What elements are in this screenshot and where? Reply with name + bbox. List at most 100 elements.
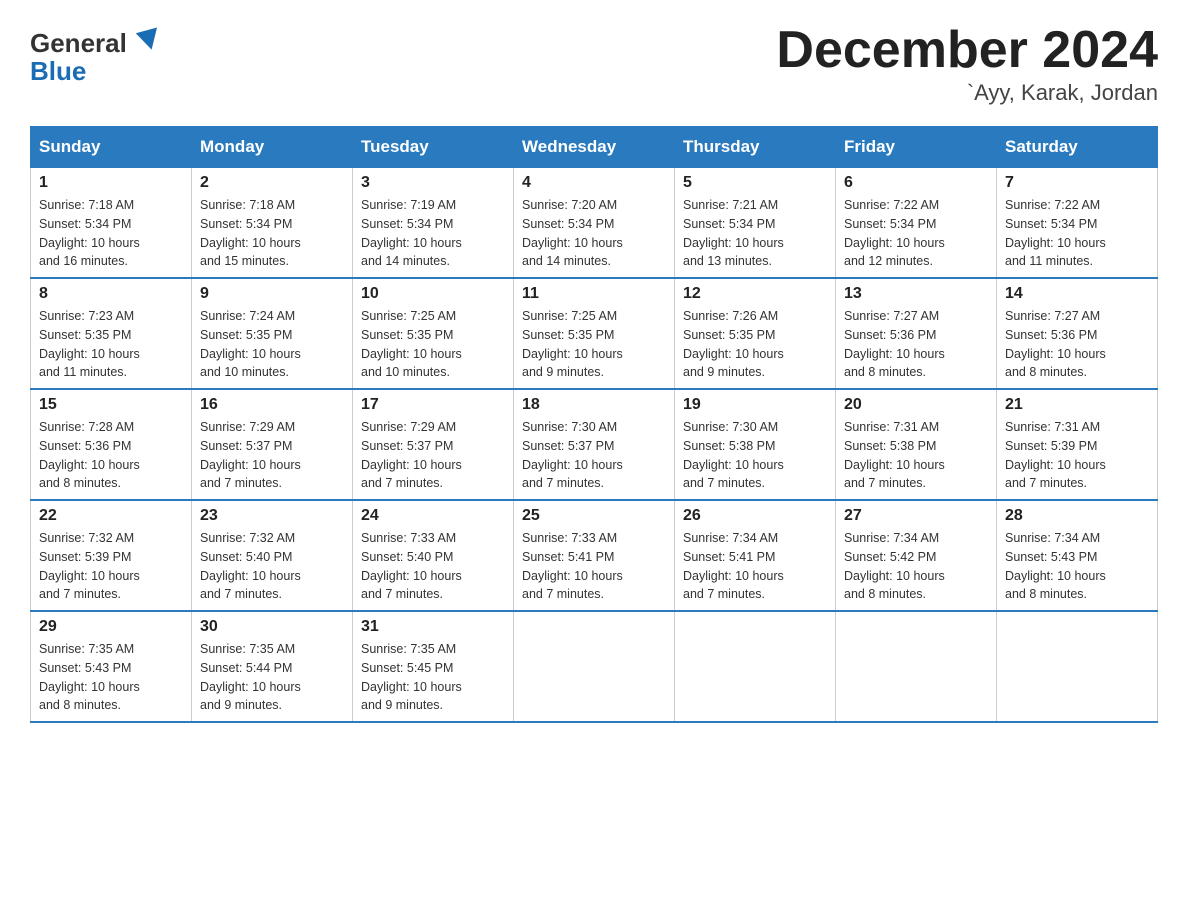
table-row: 6 Sunrise: 7:22 AM Sunset: 5:34 PM Dayli… [836,168,997,279]
table-row [997,611,1158,722]
day-info: Sunrise: 7:18 AM Sunset: 5:34 PM Dayligh… [39,196,183,271]
day-info: Sunrise: 7:32 AM Sunset: 5:40 PM Dayligh… [200,529,344,604]
day-number: 25 [522,507,666,525]
header-saturday: Saturday [997,127,1158,168]
day-info: Sunrise: 7:26 AM Sunset: 5:35 PM Dayligh… [683,307,827,382]
header-sunday: Sunday [31,127,192,168]
header-monday: Monday [192,127,353,168]
day-info: Sunrise: 7:35 AM Sunset: 5:44 PM Dayligh… [200,640,344,715]
day-number: 5 [683,174,827,192]
table-row: 20 Sunrise: 7:31 AM Sunset: 5:38 PM Dayl… [836,389,997,500]
day-number: 30 [200,618,344,636]
day-info: Sunrise: 7:34 AM Sunset: 5:43 PM Dayligh… [1005,529,1149,604]
day-number: 3 [361,174,505,192]
day-number: 10 [361,285,505,303]
svg-text:Blue: Blue [30,56,86,86]
day-info: Sunrise: 7:27 AM Sunset: 5:36 PM Dayligh… [844,307,988,382]
day-number: 12 [683,285,827,303]
day-info: Sunrise: 7:21 AM Sunset: 5:34 PM Dayligh… [683,196,827,271]
table-row: 31 Sunrise: 7:35 AM Sunset: 5:45 PM Dayl… [353,611,514,722]
day-info: Sunrise: 7:20 AM Sunset: 5:34 PM Dayligh… [522,196,666,271]
day-number: 13 [844,285,988,303]
table-row: 25 Sunrise: 7:33 AM Sunset: 5:41 PM Dayl… [514,500,675,611]
day-info: Sunrise: 7:33 AM Sunset: 5:41 PM Dayligh… [522,529,666,604]
table-row: 27 Sunrise: 7:34 AM Sunset: 5:42 PM Dayl… [836,500,997,611]
day-number: 17 [361,396,505,414]
table-row: 30 Sunrise: 7:35 AM Sunset: 5:44 PM Dayl… [192,611,353,722]
day-info: Sunrise: 7:22 AM Sunset: 5:34 PM Dayligh… [844,196,988,271]
day-info: Sunrise: 7:25 AM Sunset: 5:35 PM Dayligh… [361,307,505,382]
header-wednesday: Wednesday [514,127,675,168]
table-row: 19 Sunrise: 7:30 AM Sunset: 5:38 PM Dayl… [675,389,836,500]
table-row: 2 Sunrise: 7:18 AM Sunset: 5:34 PM Dayli… [192,168,353,279]
table-row: 8 Sunrise: 7:23 AM Sunset: 5:35 PM Dayli… [31,278,192,389]
day-number: 21 [1005,396,1149,414]
table-row: 4 Sunrise: 7:20 AM Sunset: 5:34 PM Dayli… [514,168,675,279]
table-row: 28 Sunrise: 7:34 AM Sunset: 5:43 PM Dayl… [997,500,1158,611]
table-row: 10 Sunrise: 7:25 AM Sunset: 5:35 PM Dayl… [353,278,514,389]
table-row: 21 Sunrise: 7:31 AM Sunset: 5:39 PM Dayl… [997,389,1158,500]
table-row: 9 Sunrise: 7:24 AM Sunset: 5:35 PM Dayli… [192,278,353,389]
table-row [514,611,675,722]
header-friday: Friday [836,127,997,168]
day-info: Sunrise: 7:30 AM Sunset: 5:38 PM Dayligh… [683,418,827,493]
day-number: 8 [39,285,183,303]
calendar-week-row: 22 Sunrise: 7:32 AM Sunset: 5:39 PM Dayl… [31,500,1158,611]
day-number: 22 [39,507,183,525]
day-number: 23 [200,507,344,525]
day-number: 15 [39,396,183,414]
header-thursday: Thursday [675,127,836,168]
day-number: 1 [39,174,183,192]
day-info: Sunrise: 7:18 AM Sunset: 5:34 PM Dayligh… [200,196,344,271]
day-number: 24 [361,507,505,525]
table-row: 7 Sunrise: 7:22 AM Sunset: 5:34 PM Dayli… [997,168,1158,279]
table-row: 11 Sunrise: 7:25 AM Sunset: 5:35 PM Dayl… [514,278,675,389]
day-number: 6 [844,174,988,192]
day-info: Sunrise: 7:31 AM Sunset: 5:39 PM Dayligh… [1005,418,1149,493]
day-info: Sunrise: 7:35 AM Sunset: 5:43 PM Dayligh… [39,640,183,715]
page-header: General Blue December 2024 `Ayy, Karak, … [30,20,1158,106]
day-info: Sunrise: 7:25 AM Sunset: 5:35 PM Dayligh… [522,307,666,382]
day-number: 11 [522,285,666,303]
table-row: 14 Sunrise: 7:27 AM Sunset: 5:36 PM Dayl… [997,278,1158,389]
day-info: Sunrise: 7:31 AM Sunset: 5:38 PM Dayligh… [844,418,988,493]
table-row: 5 Sunrise: 7:21 AM Sunset: 5:34 PM Dayli… [675,168,836,279]
table-row: 15 Sunrise: 7:28 AM Sunset: 5:36 PM Dayl… [31,389,192,500]
day-info: Sunrise: 7:24 AM Sunset: 5:35 PM Dayligh… [200,307,344,382]
table-row: 23 Sunrise: 7:32 AM Sunset: 5:40 PM Dayl… [192,500,353,611]
day-number: 16 [200,396,344,414]
logo: General Blue [30,20,170,90]
month-title: December 2024 [776,20,1158,80]
table-row: 16 Sunrise: 7:29 AM Sunset: 5:37 PM Dayl… [192,389,353,500]
day-info: Sunrise: 7:29 AM Sunset: 5:37 PM Dayligh… [200,418,344,493]
day-number: 9 [200,285,344,303]
calendar-week-row: 8 Sunrise: 7:23 AM Sunset: 5:35 PM Dayli… [31,278,1158,389]
calendar-table: Sunday Monday Tuesday Wednesday Thursday… [30,126,1158,723]
table-row [675,611,836,722]
day-number: 14 [1005,285,1149,303]
calendar-week-row: 15 Sunrise: 7:28 AM Sunset: 5:36 PM Dayl… [31,389,1158,500]
table-row: 3 Sunrise: 7:19 AM Sunset: 5:34 PM Dayli… [353,168,514,279]
table-row: 12 Sunrise: 7:26 AM Sunset: 5:35 PM Dayl… [675,278,836,389]
day-info: Sunrise: 7:32 AM Sunset: 5:39 PM Dayligh… [39,529,183,604]
day-number: 31 [361,618,505,636]
day-number: 26 [683,507,827,525]
calendar-week-row: 1 Sunrise: 7:18 AM Sunset: 5:34 PM Dayli… [31,168,1158,279]
day-info: Sunrise: 7:34 AM Sunset: 5:41 PM Dayligh… [683,529,827,604]
day-number: 4 [522,174,666,192]
table-row: 24 Sunrise: 7:33 AM Sunset: 5:40 PM Dayl… [353,500,514,611]
day-number: 20 [844,396,988,414]
day-info: Sunrise: 7:23 AM Sunset: 5:35 PM Dayligh… [39,307,183,382]
svg-text:General: General [30,28,127,58]
day-number: 7 [1005,174,1149,192]
header-tuesday: Tuesday [353,127,514,168]
day-number: 19 [683,396,827,414]
day-info: Sunrise: 7:35 AM Sunset: 5:45 PM Dayligh… [361,640,505,715]
day-info: Sunrise: 7:30 AM Sunset: 5:37 PM Dayligh… [522,418,666,493]
table-row: 22 Sunrise: 7:32 AM Sunset: 5:39 PM Dayl… [31,500,192,611]
table-row: 13 Sunrise: 7:27 AM Sunset: 5:36 PM Dayl… [836,278,997,389]
day-number: 29 [39,618,183,636]
calendar-week-row: 29 Sunrise: 7:35 AM Sunset: 5:43 PM Dayl… [31,611,1158,722]
day-info: Sunrise: 7:22 AM Sunset: 5:34 PM Dayligh… [1005,196,1149,271]
day-number: 2 [200,174,344,192]
